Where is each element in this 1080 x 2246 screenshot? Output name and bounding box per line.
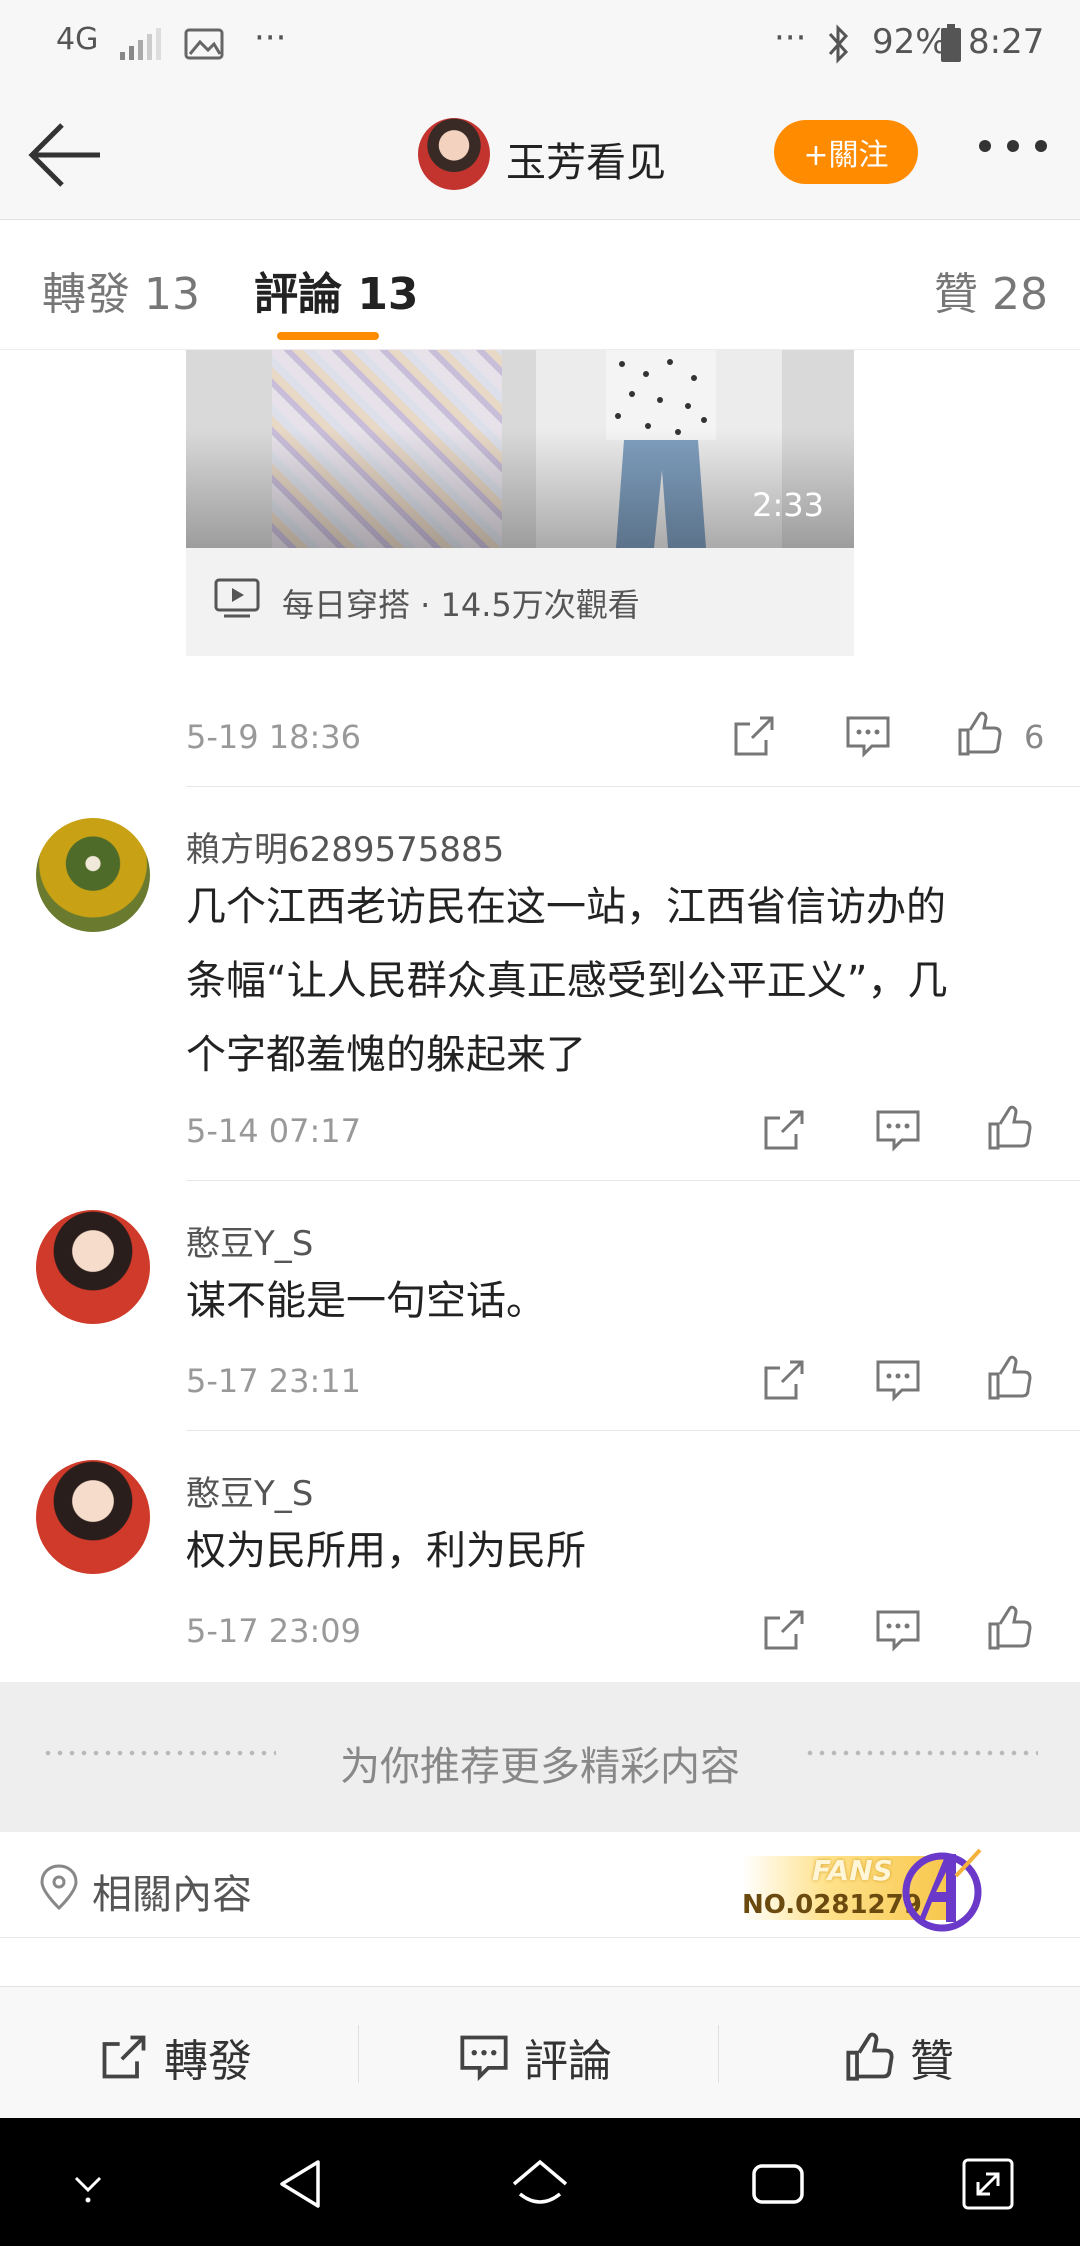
system-nav-bar — [0, 2118, 1080, 2246]
like-label: 贊 — [910, 2036, 954, 2087]
home-nav-icon[interactable] — [510, 2154, 570, 2214]
tab-bar: 轉發 13 評論 13 贊 28 — [0, 220, 1080, 350]
repost-label: 轉發 — [164, 2036, 252, 2087]
video-play-icon — [214, 578, 260, 622]
comment-time: 5-14 07:17 — [186, 1112, 362, 1150]
expand-nav-icon[interactable] — [958, 2154, 1018, 2214]
reply-icon[interactable] — [844, 712, 892, 760]
reply-icon[interactable] — [874, 1606, 922, 1654]
comment-icon — [460, 2035, 508, 2082]
back-nav-icon[interactable] — [272, 2154, 332, 2214]
network-indicator: 4G — [56, 22, 99, 57]
avengers-logo-icon — [894, 1846, 990, 1940]
bluetooth-icon — [826, 24, 852, 68]
related-label: 相關內容 — [92, 1872, 252, 1918]
bottom-action-bar: 轉發 評論 贊 — [0, 1986, 1080, 2118]
video-thumbnail[interactable]: 2:33 — [186, 350, 854, 548]
comment-text: 几个江西老访民在这一站，江西省信访办的 条幅“让人民群众真正感受到公平正义”，几… — [186, 884, 948, 1078]
commenter-name[interactable]: 賴方明6289575885 — [186, 822, 504, 871]
commenter-name[interactable]: 憨豆Y_S — [186, 1216, 313, 1265]
post-time: 5-19 18:36 — [186, 718, 362, 756]
tab-like[interactable]: 贊 28 — [934, 258, 1048, 322]
tab-comment[interactable]: 評論 13 — [254, 258, 419, 322]
video-info-bar[interactable]: 每日穿搭 · 14.5万次觀看 — [186, 548, 854, 656]
recommend-banner[interactable]: 为你推荐更多精彩内容 — [0, 1682, 1080, 1832]
top-bar: 玉芳看见 +關注 — [0, 90, 1080, 220]
recommend-text: 为你推荐更多精彩内容 — [340, 1744, 740, 1790]
repost-button[interactable]: 轉發 — [98, 2025, 252, 2089]
gallery-icon — [184, 28, 224, 64]
dotted-divider-right — [804, 1750, 1038, 1756]
signal-icon — [118, 28, 162, 66]
like-icon[interactable] — [986, 1604, 1034, 1652]
commenter-avatar[interactable] — [36, 818, 150, 932]
video-info-text: 每日穿搭 · 14.5万次觀看 — [282, 586, 640, 624]
commenter-name[interactable]: 憨豆Y_S — [186, 1466, 313, 1515]
commenter-avatar[interactable] — [36, 1210, 150, 1324]
comment-time: 5-17 23:11 — [186, 1362, 362, 1400]
hide-keyboard-icon[interactable] — [58, 2154, 118, 2214]
thumbs-up-icon — [846, 2032, 894, 2081]
like-button[interactable]: 贊 — [844, 2025, 954, 2089]
author-avatar[interactable] — [418, 118, 490, 190]
recents-nav-icon[interactable] — [748, 2154, 808, 2214]
comment-label: 評論 — [524, 2036, 612, 2087]
location-icon — [38, 1864, 80, 1914]
clock: 8:27 — [968, 22, 1045, 62]
repost-icon — [102, 2035, 146, 2079]
reply-icon[interactable] — [874, 1356, 922, 1404]
comment-text: 权为民所用，利为民所 — [186, 1528, 586, 1574]
tab-repost[interactable]: 轉發 13 — [42, 258, 200, 322]
share-icon[interactable] — [760, 1106, 808, 1154]
related-content-row[interactable]: 相關內容 FANS NO.0281279 — [0, 1832, 1080, 1938]
follow-button[interactable]: +關注 — [774, 120, 918, 184]
more-options-icon[interactable] — [978, 138, 1048, 157]
battery-icon — [940, 24, 962, 68]
comment-button[interactable]: 評論 — [458, 2025, 612, 2089]
status-more-right-icon: ··· — [774, 18, 807, 58]
active-tab-indicator — [277, 332, 379, 340]
author-name[interactable]: 玉芳看见 — [506, 130, 666, 188]
status-bar: 4G ··· ··· 92% 8:27 — [0, 0, 1080, 90]
comment-text: 谋不能是一句空话。 — [186, 1278, 546, 1324]
like-icon[interactable] — [956, 710, 1004, 758]
reply-icon[interactable] — [874, 1106, 922, 1154]
share-icon[interactable] — [730, 712, 778, 760]
post-like-count: 6 — [1024, 718, 1045, 756]
like-icon[interactable] — [986, 1104, 1034, 1152]
video-duration: 2:33 — [752, 486, 824, 524]
commenter-avatar[interactable] — [36, 1460, 150, 1574]
fans-badge[interactable]: FANS NO.0281279 — [728, 1846, 998, 1932]
share-icon[interactable] — [760, 1606, 808, 1654]
battery-percent: 92% — [872, 22, 948, 62]
comment-time: 5-17 23:09 — [186, 1612, 362, 1650]
fans-badge-title: FANS — [812, 1854, 893, 1887]
back-arrow-icon[interactable] — [28, 120, 104, 194]
share-icon[interactable] — [760, 1356, 808, 1404]
status-more-icon: ··· — [254, 18, 287, 58]
like-icon[interactable] — [986, 1354, 1034, 1402]
